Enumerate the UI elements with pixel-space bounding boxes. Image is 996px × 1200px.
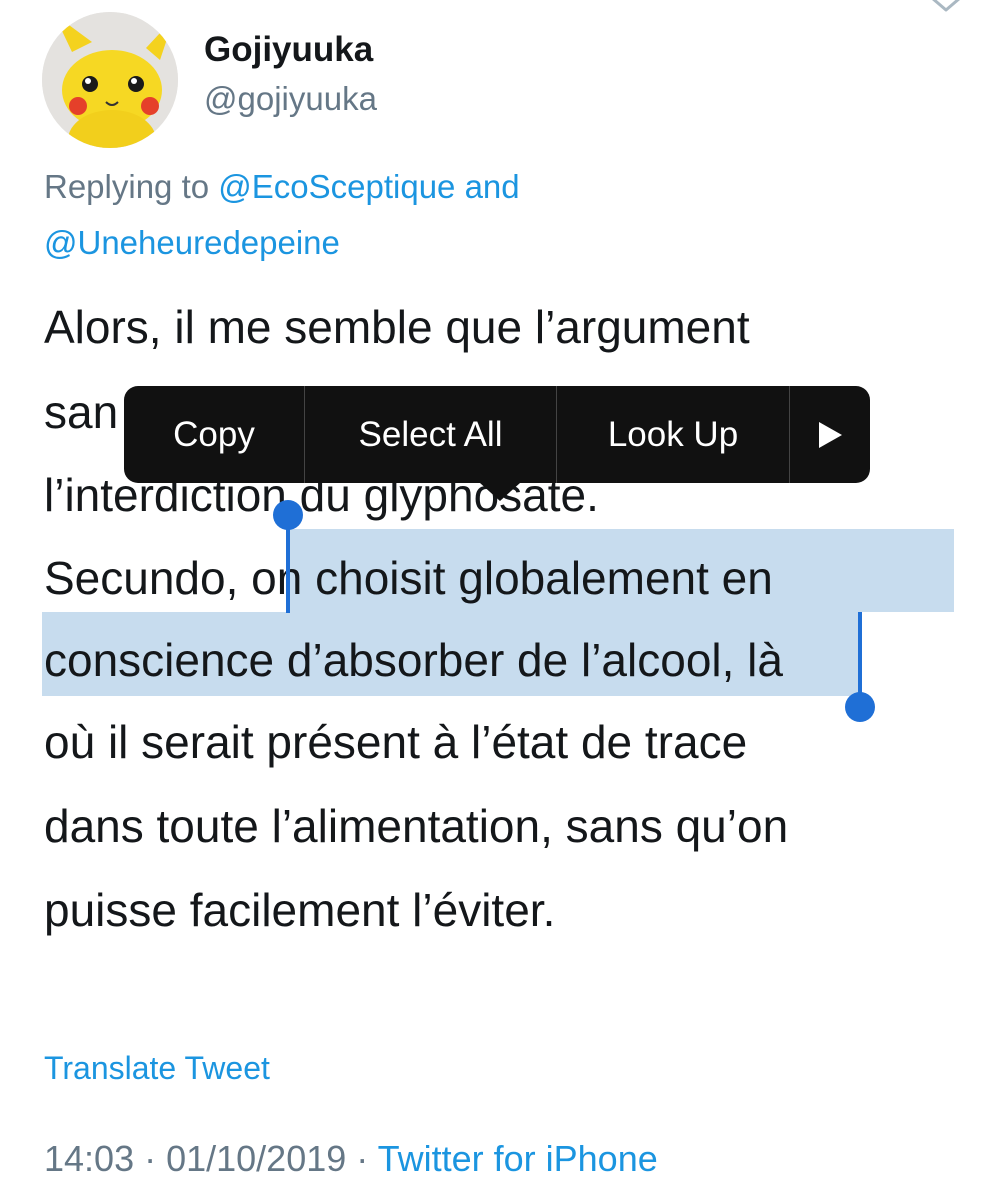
selection-start-caret <box>286 515 290 613</box>
mention-link-uneheuredepeine[interactable]: @Uneheuredepeine <box>44 224 340 261</box>
avatar[interactable] <box>42 12 178 148</box>
tweet-text-line: dans toute l’alimentation, sans qu’on <box>44 800 789 852</box>
text-after-selection: , là <box>721 634 783 686</box>
user-handle[interactable]: @gojiyuuka <box>204 80 377 118</box>
tweet-text-line: san <box>44 386 119 438</box>
mention-link-ecosceptique[interactable]: @EcoSceptique <box>218 168 455 205</box>
meta-separator: · <box>346 1138 378 1179</box>
translate-tweet-link[interactable]: Translate Tweet <box>44 1050 270 1087</box>
tweet-meta: 14:03 · 01/10/2019 · Twitter for iPhone <box>44 1138 658 1180</box>
selection-end-caret <box>858 612 862 702</box>
tweet-text-line: où il serait présent à l’état de trace <box>44 716 748 768</box>
look-up-menu-item[interactable]: Look Up <box>557 386 789 483</box>
pikachu-avatar-icon <box>42 12 178 148</box>
text-before-selection: Secundo, <box>44 552 252 604</box>
chevron-down-icon[interactable] <box>926 0 966 20</box>
text-context-menu: Copy Select All Look Up <box>124 386 870 483</box>
tweet-date: 01/10/2019 <box>166 1138 347 1179</box>
replying-conjunction: and <box>455 168 520 205</box>
replying-to-line2: @Uneheuredepeine <box>44 224 964 262</box>
more-menu-button[interactable] <box>790 386 869 483</box>
tweet-text-line: Secundo, on choisit globalement en <box>44 548 773 608</box>
tweet-text-line: conscience d’absorber de l’alcool, là <box>44 630 783 690</box>
tweet-source-link[interactable]: Twitter for iPhone <box>378 1138 658 1179</box>
replying-to-label: Replying to <box>44 168 219 205</box>
copy-menu-item[interactable]: Copy <box>124 386 304 483</box>
selection-end-handle[interactable] <box>845 692 875 722</box>
tweet-text-line: Alors, il me semble que l’argument <box>44 301 750 353</box>
select-all-menu-item[interactable]: Select All <box>305 386 556 483</box>
play-triangle-icon <box>818 421 842 448</box>
tweet-text-line: puisse facilement l’éviter. <box>44 884 556 936</box>
replying-to: Replying to @EcoSceptique and <box>44 168 964 206</box>
display-name[interactable]: Gojiyuuka <box>204 30 373 70</box>
menu-pointer <box>480 483 520 501</box>
tweet-time: 14:03 <box>44 1138 135 1179</box>
selected-text[interactable]: on choisit globalement en <box>251 552 773 604</box>
selected-text[interactable]: conscience d’absorber de l’alcool <box>44 634 722 686</box>
meta-separator: · <box>134 1138 167 1179</box>
